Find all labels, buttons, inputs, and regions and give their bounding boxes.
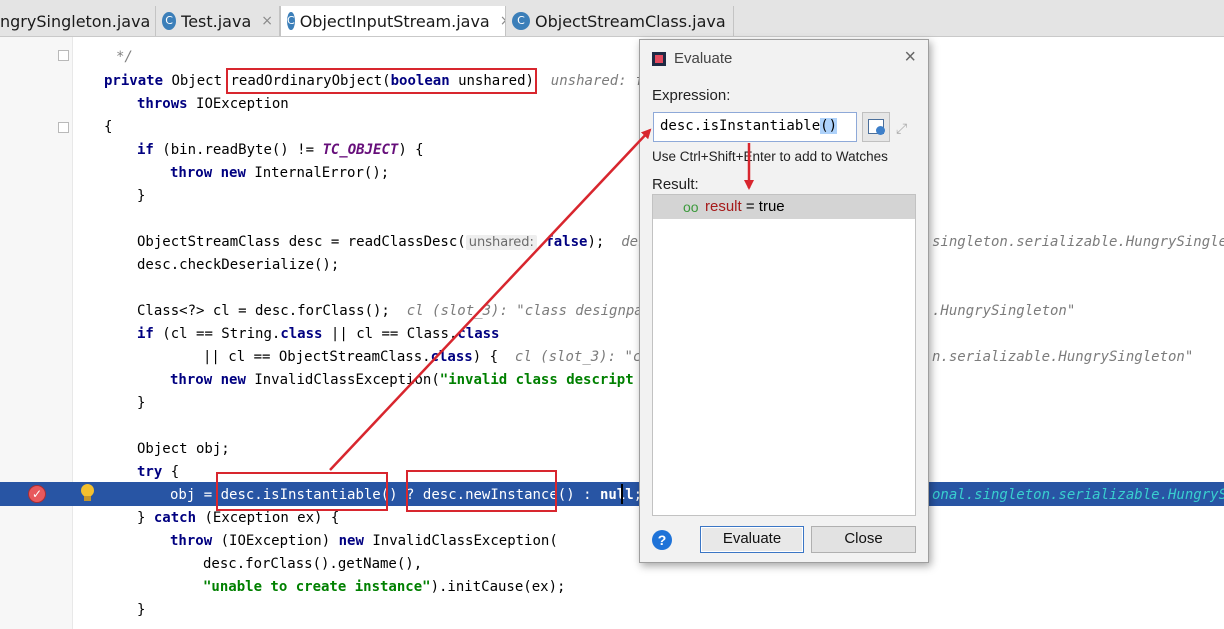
annotation-arrows (329, 128, 754, 471)
arrow-to-expression (329, 128, 652, 471)
